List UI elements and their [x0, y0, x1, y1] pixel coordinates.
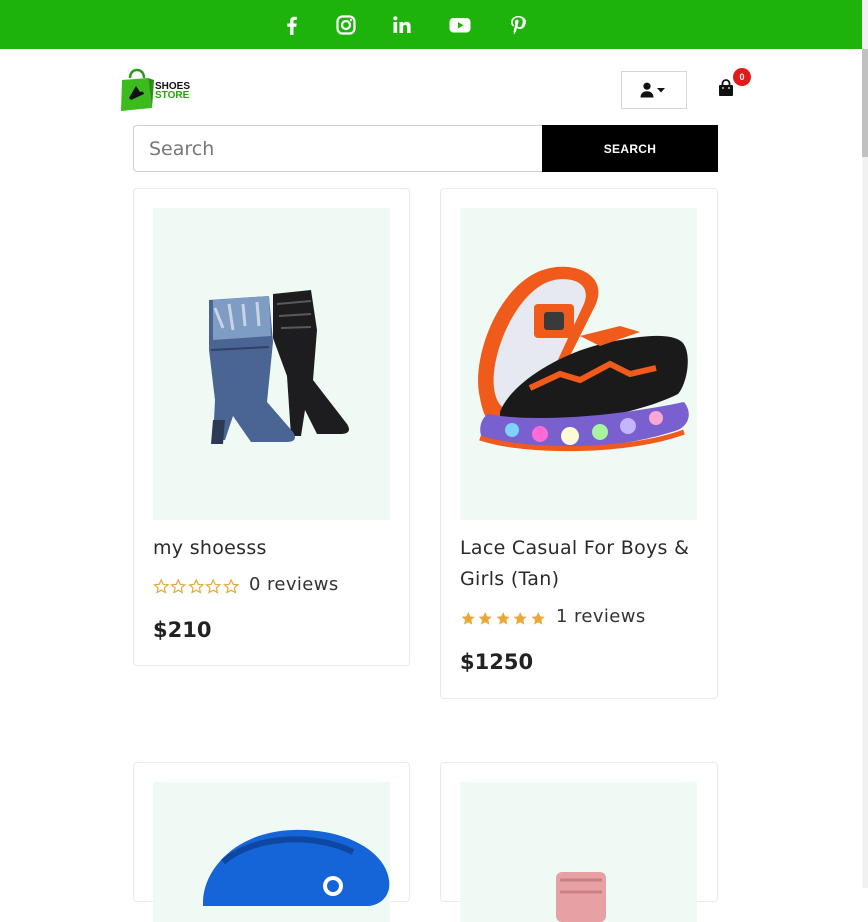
star-empty-icon: [222, 578, 239, 594]
user-menu-button[interactable]: [621, 71, 687, 109]
star-filled-icon: [496, 612, 510, 625]
product-card[interactable]: my shoesss 0 reviews $210: [133, 188, 410, 666]
product-name[interactable]: my shoesss: [153, 533, 398, 564]
product-name[interactable]: Lace Casual For Boys & Girls (Tan): [460, 533, 705, 595]
review-count: 0 reviews: [249, 574, 339, 595]
review-count: 1 reviews: [556, 606, 646, 627]
star-filled-icon: [461, 612, 475, 625]
product-image[interactable]: [460, 208, 697, 520]
product-image[interactable]: [153, 782, 390, 922]
star-empty-icon: [205, 578, 222, 594]
scrollbar[interactable]: [862, 0, 868, 888]
social-bar: [0, 0, 862, 49]
instagram-icon[interactable]: [334, 13, 358, 37]
star-empty-icon: [153, 578, 170, 594]
product-card[interactable]: [133, 762, 410, 922]
product-price: $1250: [460, 650, 534, 674]
scrollbar-thumb[interactable]: [862, 49, 868, 157]
pinterest-icon[interactable]: [506, 13, 530, 37]
product-card[interactable]: Lace Casual For Boys & Girls (Tan) 1 rev…: [440, 188, 718, 699]
product-card[interactable]: [440, 762, 718, 922]
linkedin-icon[interactable]: [390, 13, 414, 37]
product-image[interactable]: [153, 208, 390, 520]
facebook-icon[interactable]: [280, 13, 304, 37]
star-filled-icon: [478, 612, 493, 625]
star-filled-icon: [513, 612, 528, 625]
star-empty-icon: [187, 578, 205, 594]
shopping-bag-logo-icon: [121, 68, 154, 111]
search-input[interactable]: [133, 125, 543, 172]
youtube-icon[interactable]: [448, 13, 472, 37]
rating-stars: [153, 578, 239, 596]
product-price: $210: [153, 618, 212, 642]
cart-count-badge: 0: [733, 68, 751, 86]
star-filled-icon: [531, 612, 545, 625]
search-button[interactable]: SEARCH: [542, 125, 718, 172]
product-image[interactable]: [460, 782, 697, 922]
user-icon: [640, 82, 654, 98]
caret-down-icon: [657, 88, 665, 93]
store-logo[interactable]: SHOES STORE: [118, 68, 198, 112]
rating-stars: [460, 610, 546, 628]
star-empty-icon: [170, 578, 187, 594]
logo-text-store: STORE: [155, 90, 190, 101]
